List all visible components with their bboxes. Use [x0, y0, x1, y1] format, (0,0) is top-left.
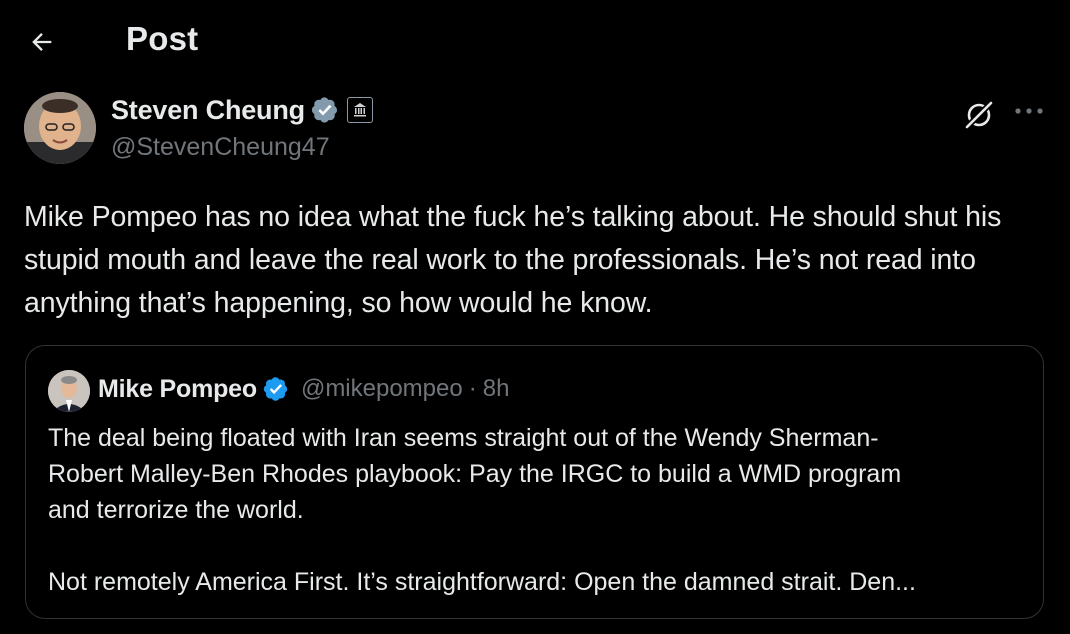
back-button[interactable] — [24, 24, 60, 60]
quoted-author-row: Mike Pompeo @mikepompeo · 8h — [98, 372, 509, 406]
verified-badge-icon[interactable] — [311, 96, 339, 124]
quoted-avatar[interactable] — [48, 370, 90, 412]
separator-dot: · — [468, 375, 477, 402]
page-title: Post — [126, 20, 199, 57]
quoted-post-time[interactable]: 8h — [483, 375, 510, 403]
author-info: Steven Cheung — [111, 94, 373, 126]
arrow-left-icon — [32, 33, 52, 51]
author-handle[interactable]: @StevenCheung47 — [111, 133, 330, 162]
more-horizontal-icon — [1015, 108, 1043, 114]
quoted-post-card[interactable]: Mike Pompeo @mikepompeo · 8h The deal be… — [25, 345, 1044, 619]
more-options-button[interactable] — [1012, 96, 1046, 126]
white-house-seal-icon — [353, 103, 366, 117]
verified-badge-icon[interactable] — [263, 376, 289, 402]
quoted-author-name[interactable]: Mike Pompeo — [98, 375, 257, 404]
quoted-post-text: The deal being floated with Iran seems s… — [48, 424, 916, 596]
quoted-avatar-photo — [48, 370, 90, 412]
grok-button[interactable] — [960, 96, 998, 134]
avatar-photo — [24, 92, 96, 164]
author-name[interactable]: Steven Cheung — [111, 95, 305, 126]
quoted-author-handle[interactable]: @mikepompeo — [301, 375, 463, 403]
post-text: Mike Pompeo has no idea what the fuck he… — [24, 201, 1002, 319]
affiliation-badge[interactable] — [346, 97, 373, 123]
top-bar: Post — [0, 0, 1070, 84]
avatar[interactable] — [24, 92, 96, 164]
grok-icon — [964, 100, 994, 130]
